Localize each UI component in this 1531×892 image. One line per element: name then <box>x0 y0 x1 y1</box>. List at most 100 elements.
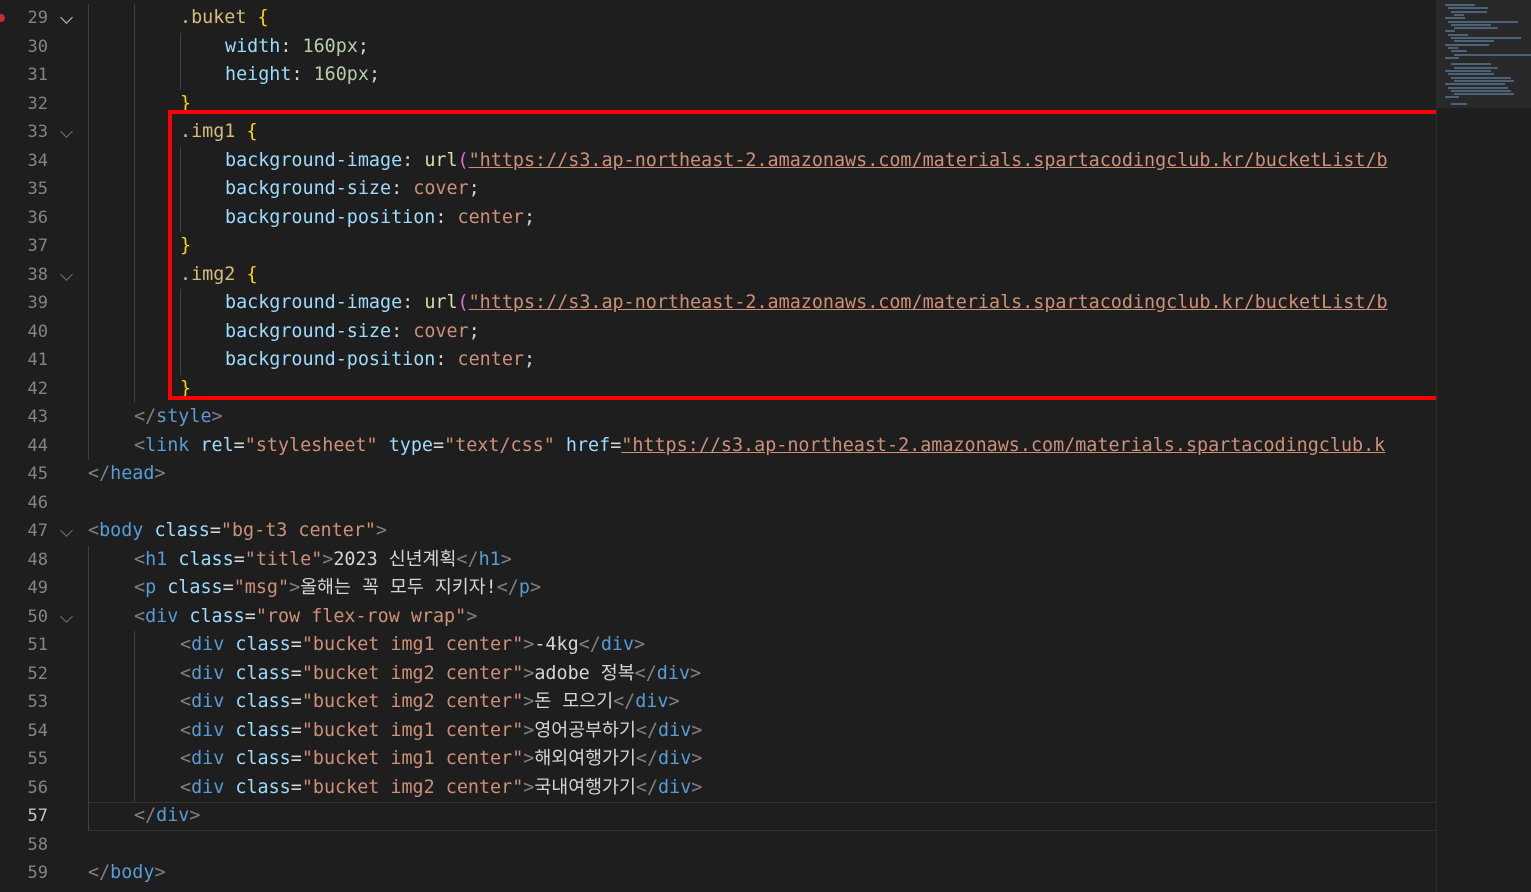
minimap-line <box>1451 50 1467 53</box>
code-text[interactable]: <link rel="stylesheet" type="text/css" h… <box>134 432 1385 461</box>
code-token: "text/css" <box>444 434 555 456</box>
code-line[interactable]: 55 <div class="bucket img1 center">해외여행가기… <box>0 745 1436 774</box>
code-text[interactable]: <p class="msg">올해는 꼭 모두 지키자!</p> <box>134 574 541 603</box>
code-line[interactable]: 45 </head> <box>0 460 1436 489</box>
code-text[interactable]: <div class="bucket img2 center">adobe 정복… <box>180 660 701 689</box>
line-number: 34 <box>27 150 48 171</box>
code-line[interactable]: 57 </div> <box>0 802 1436 831</box>
line-number: 52 <box>27 663 48 684</box>
code-token: = <box>610 434 622 456</box>
code-token: > <box>523 748 535 769</box>
code-token: < <box>134 577 146 598</box>
code-line[interactable]: 59 </body> <box>0 859 1436 888</box>
code-token: > <box>634 634 646 655</box>
code-line[interactable]: 58 <box>0 831 1436 860</box>
code-text[interactable]: height: 160px; <box>225 61 380 90</box>
minimap[interactable] <box>1436 0 1531 892</box>
code-editor[interactable]: 29 .buket {30 width: 160px; 31 height: 160px… <box>0 0 1467 892</box>
code-text[interactable]: <div class="bucket img2 center">국내여행가기</… <box>180 774 702 803</box>
code-token: "https://s3.ap-northeast-2.amazonaws.com… <box>621 434 1386 456</box>
line-number: 29 <box>27 8 48 28</box>
line-number: 40 <box>27 321 48 342</box>
code-line[interactable]: 49 <p class="msg">올해는 꼭 모두 지키자!</p> <box>0 574 1436 603</box>
line-number: 41 <box>27 350 48 370</box>
code-line[interactable]: 56 <div class="bucket img2 center">국내여행가기… <box>0 774 1436 803</box>
code-token: = <box>290 634 302 655</box>
line-number: 53 <box>27 692 48 712</box>
code-text[interactable]: width: 160px; <box>225 33 369 62</box>
code-token: 국내여행가기 <box>534 776 636 798</box>
chevron-down-icon[interactable] <box>60 609 73 623</box>
code-line[interactable]: 30 width: 160px; <box>0 33 1436 62</box>
code-token: < <box>180 719 192 741</box>
code-token: 160px <box>313 64 369 85</box>
code-token: > <box>523 776 535 798</box>
code-line[interactable]: 31 height: 160px; <box>0 61 1436 90</box>
chevron-down-icon[interactable] <box>60 11 73 24</box>
code-text[interactable]: <div class="bucket img2 center">돈 모으기</d… <box>180 688 680 717</box>
code-line[interactable]: 43 </style> <box>0 403 1436 432</box>
code-token: > <box>375 520 387 541</box>
line-number: 46 <box>27 492 48 513</box>
chevron-down-icon[interactable] <box>60 524 73 537</box>
minimap-line <box>1454 13 1464 16</box>
line-number: 51 <box>27 635 48 655</box>
code-token: > <box>523 662 535 684</box>
minimap-line <box>1448 73 1494 76</box>
chevron-down-icon[interactable] <box>60 267 73 281</box>
code-text[interactable]: <h1 class="title">2023 신년계획</h1> <box>134 546 512 575</box>
code-text[interactable]: </style> <box>134 403 223 432</box>
code-text[interactable]: </head> <box>88 460 166 489</box>
code-token: > <box>500 548 512 570</box>
code-line[interactable]: 46 <box>0 489 1436 518</box>
code-line[interactable]: 54 <div class="bucket img1 center">영어공부하기… <box>0 717 1436 746</box>
code-line[interactable]: 52 <div class="bucket img2 center">adobe … <box>0 660 1436 689</box>
code-token: div <box>191 691 225 712</box>
line-number: 50 <box>27 606 48 627</box>
code-token: type <box>388 434 433 456</box>
code-token: </ <box>456 548 479 570</box>
code-text[interactable]: </body> <box>88 859 166 888</box>
code-token: > <box>691 719 703 741</box>
code-text[interactable]: <div class="bucket img1 center">해외여행가기</… <box>180 745 702 774</box>
code-line[interactable]: 29 .buket { <box>0 4 1436 33</box>
code-line[interactable]: 53 <div class="bucket img2 center">돈 모으기<… <box>0 688 1436 717</box>
code-line[interactable]: 44 <link rel="stylesheet" type="text/css"… <box>0 432 1436 461</box>
code-token: "bucket img2 center" <box>301 691 524 712</box>
code-token: div <box>600 634 635 655</box>
line-number: 59 <box>27 863 48 883</box>
minimap-line <box>1451 103 1467 105</box>
minimap-line <box>1448 7 1488 10</box>
line-number: 49 <box>27 578 48 598</box>
code-text[interactable]: <div class="row flex-row wrap"> <box>134 603 477 632</box>
line-number: 57 <box>27 806 48 826</box>
minimap-line <box>1448 86 1508 89</box>
minimap-line <box>1451 37 1521 39</box>
code-token: = <box>244 605 256 627</box>
code-text[interactable]: <div class="bucket img1 center">영어공부하기</… <box>180 717 702 746</box>
indent-guide <box>180 32 181 90</box>
code-line[interactable]: 48 <h1 class="title">2023 신년계획</h1> <box>0 546 1436 575</box>
code-token: = <box>290 776 302 798</box>
code-text[interactable]: </div> <box>134 802 200 831</box>
code-line[interactable]: 47 <body class="bg-t3 center"> <box>0 517 1436 546</box>
code-text[interactable]: .buket { <box>180 4 269 33</box>
line-number: 36 <box>27 207 48 228</box>
code-text[interactable]: <div class="bucket img1 center">-4kg</di… <box>180 631 645 660</box>
code-token: "row flex-row wrap" <box>255 605 467 627</box>
code-token: < <box>180 634 192 655</box>
chevron-down-icon[interactable] <box>60 125 73 138</box>
code-token: class <box>154 520 210 541</box>
code-text[interactable]: <body class="bg-t3 center"> <box>88 517 387 546</box>
code-token: div <box>658 776 692 798</box>
indent-guide <box>134 631 135 802</box>
code-line[interactable]: 50 <div class="row flex-row wrap"> <box>0 603 1436 632</box>
minimap-line <box>1454 40 1494 43</box>
code-line[interactable]: 51 <div class="bucket img1 center">-4kg</… <box>0 631 1436 660</box>
code-token: div <box>658 748 692 769</box>
